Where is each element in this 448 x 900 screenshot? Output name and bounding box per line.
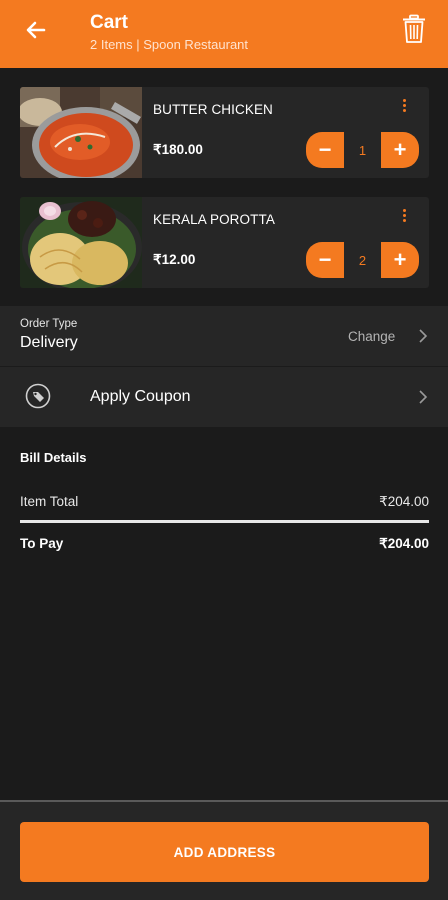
cart-item: KERALA POROTTA ₹12.00 − 2 + — [20, 197, 429, 288]
bill-divider — [20, 520, 429, 523]
apply-coupon-row[interactable]: Apply Coupon — [0, 367, 448, 427]
order-type-label: Order Type — [20, 318, 78, 330]
more-options-button[interactable] — [397, 97, 411, 119]
quantity-stepper: − 1 + — [306, 132, 419, 168]
bottom-action-bar: ADD ADDRESS — [0, 800, 448, 900]
back-button[interactable] — [22, 16, 50, 44]
increase-quantity-button[interactable]: + — [381, 242, 419, 278]
bill-details-title: Bill Details — [20, 450, 87, 465]
page-title: Cart — [90, 12, 129, 33]
more-vertical-icon — [397, 99, 411, 112]
to-pay-value: ₹204.00 — [379, 536, 429, 551]
apply-coupon-label: Apply Coupon — [90, 388, 191, 405]
quantity-value: 1 — [358, 142, 367, 158]
kerala-porotta-image — [20, 197, 142, 288]
app-bar: Cart 2 Items | Spoon Restaurant — [0, 0, 448, 68]
item-price: ₹180.00 — [153, 142, 203, 157]
page-subtitle: 2 Items | Spoon Restaurant — [90, 37, 249, 52]
quantity-value: 2 — [358, 252, 367, 268]
arrow-left-icon — [26, 21, 46, 39]
trash-icon — [403, 14, 425, 43]
increase-quantity-button[interactable]: + — [381, 132, 419, 168]
order-type-value: Delivery — [20, 334, 78, 351]
change-order-type-link[interactable]: Change — [348, 329, 395, 344]
more-options-button[interactable] — [397, 207, 411, 229]
quantity-stepper: − 2 + — [306, 242, 419, 278]
add-address-button[interactable]: ADD ADDRESS — [20, 822, 429, 882]
item-price: ₹12.00 — [153, 252, 196, 267]
chevron-right-icon — [419, 390, 428, 404]
item-name: BUTTER CHICKEN — [153, 102, 273, 117]
item-name: KERALA POROTTA — [153, 212, 275, 227]
more-vertical-icon — [397, 209, 411, 222]
decrease-quantity-button[interactable]: − — [306, 242, 344, 278]
item-total-value: ₹204.00 — [379, 494, 429, 509]
cart-item: BUTTER CHICKEN ₹180.00 − 1 + — [20, 87, 429, 178]
decrease-quantity-button[interactable]: − — [306, 132, 344, 168]
coupon-tag-icon — [25, 383, 51, 409]
item-total-label: Item Total — [20, 494, 79, 509]
order-type-row[interactable]: Order Type Delivery Change — [0, 306, 448, 366]
to-pay-label: To Pay — [20, 536, 64, 551]
butter-chicken-image — [20, 87, 142, 178]
clear-cart-button[interactable] — [401, 14, 427, 44]
chevron-right-icon — [419, 329, 428, 343]
